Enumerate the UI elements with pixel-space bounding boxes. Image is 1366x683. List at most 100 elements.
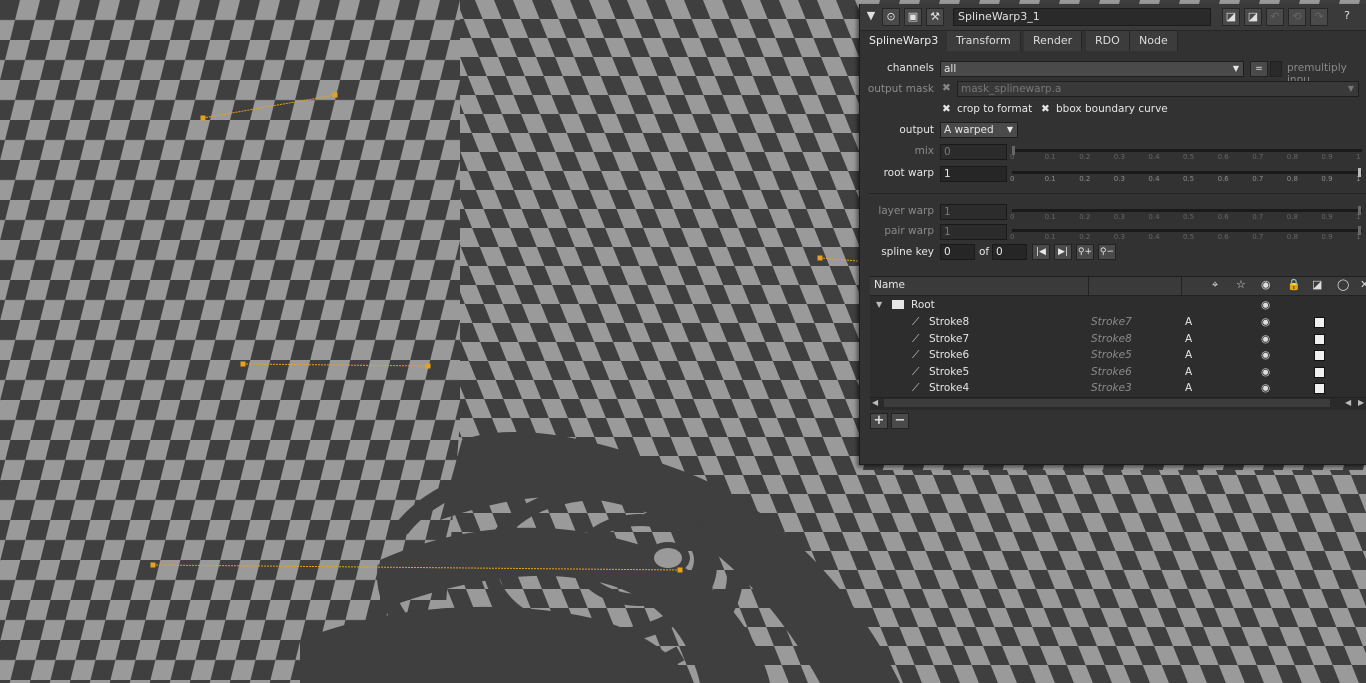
layer-warp-label: layer warp [878, 205, 934, 217]
slider-track[interactable] [1012, 209, 1362, 212]
prev-key-icon[interactable]: |◀ [1032, 244, 1050, 260]
premultiply-checkbox[interactable] [1270, 61, 1282, 77]
color-swatch-icon[interactable]: ◪ [1222, 8, 1240, 26]
chevron-down-icon: ▼ [1347, 84, 1354, 93]
triangle-down-icon[interactable]: ▼ [876, 297, 882, 313]
eye-icon[interactable]: ◉ [1261, 314, 1270, 330]
output-mask-checkbox[interactable]: ✖ [942, 82, 951, 94]
eye-icon[interactable]: ◉ [1261, 278, 1271, 291]
slider-handle[interactable] [1358, 226, 1361, 235]
slider-tick-label: 0.2 [1079, 175, 1091, 183]
revert-icon[interactable]: ⟲ [1288, 8, 1306, 26]
help-icon[interactable]: ? [1338, 8, 1356, 26]
star-icon[interactable]: ☆ [1236, 278, 1246, 291]
wrench-icon[interactable]: ⚒ [926, 8, 944, 26]
eye-icon[interactable]: ◉ [1261, 347, 1270, 363]
channels-dropdown[interactable]: all ▼ [940, 61, 1244, 77]
tree-row[interactable]: ⟋ Stroke5 Stroke6 A ◉ [870, 364, 1340, 380]
tree-scrollbar[interactable]: ◀ ◀ ▶ [870, 397, 1366, 410]
tab-node[interactable]: Node [1130, 31, 1178, 51]
layer-warp-field[interactable]: 1 [940, 204, 1007, 220]
tree-row[interactable]: ⟋ Stroke7 Stroke8 A ◉ [870, 331, 1340, 347]
root-warp-slider[interactable]: 0 0.1 0.2 0.3 0.4 0.5 0.6 0.7 0.8 0.9 1 [1010, 168, 1362, 189]
stroke-pair: Stroke5 [1091, 349, 1132, 362]
stroke-name: Stroke7 [929, 332, 970, 345]
scroll-left-icon[interactable]: ◀ [872, 398, 878, 407]
name-column-header[interactable]: Name [874, 279, 905, 291]
color-swatch-icon[interactable] [1314, 317, 1325, 328]
root-warp-field[interactable]: 1 [940, 166, 1007, 182]
slider-tick-label: 0.6 [1217, 213, 1229, 221]
crop-to-format-checkbox[interactable]: ✖ crop to format [942, 103, 1032, 115]
add-curve-button[interactable]: + [870, 413, 888, 429]
color-swatch-icon[interactable]: ◪ [1312, 278, 1322, 291]
remove-key-icon[interactable]: ⚲− [1098, 244, 1116, 260]
tree-row[interactable]: ⟋ Stroke4 Stroke3 A ◉ [870, 380, 1340, 396]
output-value: A warped [944, 124, 994, 136]
slider-handle[interactable] [1358, 168, 1361, 177]
remove-curve-button[interactable]: − [891, 413, 909, 429]
tab-render[interactable]: Render [1024, 31, 1083, 51]
eye-icon[interactable]: ◉ [1261, 297, 1270, 313]
lock-icon[interactable]: 🔒 [1287, 278, 1301, 291]
slider-tick-label: 0 [1010, 175, 1015, 183]
tab-splinewarp3[interactable]: SplineWarp3 [860, 31, 949, 51]
spline-key-field[interactable]: 0 [940, 244, 975, 260]
slider-tick-label: 0.9 [1321, 213, 1333, 221]
panel-header: ▼ ⊙ ▣ ⚒ SplineWarp3_1 ◪ ◪ ↶ ⟲ ↷ ? [860, 4, 1366, 31]
crop-to-format-label: crop to format [957, 103, 1033, 115]
close-icon[interactable]: ✕ [1360, 278, 1366, 291]
next-key-icon[interactable]: ▶| [1054, 244, 1072, 260]
slider-track[interactable] [1012, 229, 1362, 232]
tree-root-row[interactable]: ▼ Root ◉ [870, 297, 1340, 313]
pivot-icon[interactable]: ⌖ [1212, 278, 1218, 292]
eye-icon[interactable]: ◉ [1261, 331, 1270, 347]
add-key-icon[interactable]: ⚲+ [1076, 244, 1094, 260]
eye-icon[interactable]: ◉ [1261, 364, 1270, 380]
undo-icon[interactable]: ↶ [1266, 8, 1284, 26]
node-name-field[interactable]: SplineWarp3_1 [953, 8, 1211, 26]
tree-row[interactable]: ⟋ Stroke8 Stroke7 A ◉ [870, 314, 1340, 330]
stroke-icon: ⟋ [912, 332, 920, 345]
slider-tick-label: 0.5 [1183, 233, 1195, 241]
disable-icon[interactable]: ⊙ [882, 8, 900, 26]
eye-icon[interactable]: ◉ [1261, 380, 1270, 396]
slider-tick-label: 0.9 [1321, 153, 1333, 161]
scroll-left-icon[interactable]: ◀ [1345, 398, 1351, 407]
slider-tick-label: 0.1 [1044, 175, 1056, 183]
mix-field[interactable]: 0 [940, 144, 1007, 160]
color-swatch-icon[interactable] [1314, 366, 1325, 378]
tree-row[interactable]: ⟋ Stroke6 Stroke5 A ◉ [870, 347, 1340, 363]
slider-tick-label: 0.5 [1183, 213, 1195, 221]
color-swatch-icon[interactable]: ◪ [1244, 8, 1262, 26]
layer-warp-slider[interactable]: 0 0.1 0.2 0.3 0.4 0.5 0.6 0.7 0.8 0.9 1 [1010, 206, 1362, 227]
channels-value: all [944, 63, 957, 75]
slider-handle[interactable] [1358, 206, 1361, 215]
scroll-right-icon[interactable]: ▶ [1358, 398, 1364, 407]
ellipse-icon[interactable]: ◯ [1337, 278, 1349, 291]
redo-icon[interactable]: ↷ [1310, 8, 1328, 26]
root-label: Root [911, 299, 935, 311]
pair-warp-field[interactable]: 1 [940, 224, 1007, 240]
equal-button[interactable]: = [1250, 61, 1268, 77]
stroke-source: A [1185, 382, 1193, 395]
output-mask-dropdown[interactable]: mask_splinewarp.a ▼ [957, 81, 1359, 97]
stroke-source: A [1185, 332, 1193, 345]
slider-handle[interactable] [1012, 146, 1015, 155]
slider-track[interactable] [1012, 171, 1362, 174]
slider-track[interactable] [1012, 149, 1362, 152]
color-swatch-icon[interactable] [1314, 350, 1325, 362]
scroll-thumb[interactable] [884, 399, 1330, 407]
node-icon[interactable]: ▣ [904, 8, 922, 26]
color-swatch-icon[interactable] [1314, 383, 1325, 395]
color-swatch-icon[interactable] [1314, 333, 1325, 345]
tab-transform[interactable]: Transform [947, 31, 1021, 51]
stroke-pair: Stroke3 [1091, 382, 1132, 395]
tab-rdo[interactable]: RDO [1086, 31, 1130, 51]
output-dropdown[interactable]: A warped ▼ [940, 122, 1018, 138]
mix-slider[interactable]: 0 0.1 0.2 0.3 0.4 0.5 0.6 0.7 0.8 0.9 1 [1010, 146, 1362, 167]
slider-tick-label: 0.2 [1079, 233, 1091, 241]
triangle-down-icon[interactable]: ▼ [862, 8, 880, 26]
spline-key-total-field[interactable]: 0 [992, 244, 1027, 260]
bbox-boundary-curve-checkbox[interactable]: ✖ bbox boundary curve [1041, 103, 1168, 115]
